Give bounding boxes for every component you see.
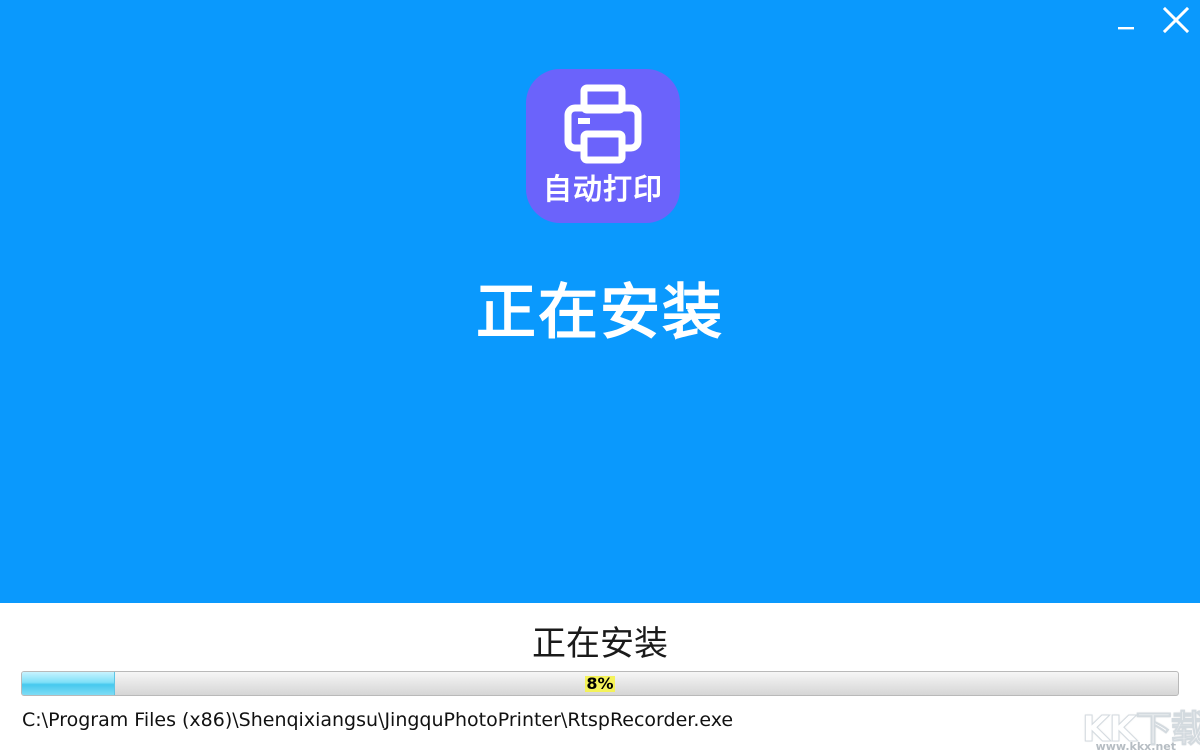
printer-icon (564, 84, 642, 164)
install-status-label: 正在安装 (532, 624, 668, 664)
close-button[interactable] (1156, 0, 1196, 40)
current-file-path: C:\Program Files (x86)\Shenqixiangsu\Jin… (22, 709, 734, 731)
hero-title: 正在安装 (476, 278, 724, 348)
watermark: KK下载 www.kkx.net (1078, 700, 1200, 755)
hero-banner: 自动打印 正在安装 (0, 0, 1200, 603)
app-logo: 自动打印 (526, 69, 680, 223)
close-icon (1162, 6, 1190, 34)
app-logo-label: 自动打印 (542, 172, 663, 206)
minimize-button[interactable] (1106, 0, 1146, 40)
watermark-url: www.kkx.net (1095, 740, 1176, 753)
installer-window: 自动打印 正在安装 正在安装 8% C:\Program Files (x86)… (0, 0, 1200, 755)
minimize-icon (1118, 27, 1134, 30)
progress-percent-text: 8% (585, 673, 615, 693)
progress-percent-container: 8% (22, 672, 1178, 695)
install-progress-bar: 8% (21, 671, 1179, 696)
